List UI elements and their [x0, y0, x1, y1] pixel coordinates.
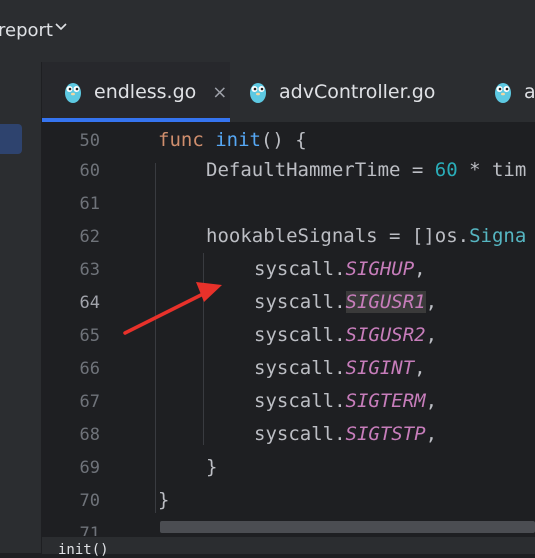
line-number: 50	[79, 131, 100, 151]
line-number: 69	[79, 458, 100, 478]
indent-guide	[155, 163, 156, 513]
tab-label: advController.go	[279, 81, 436, 103]
line-number: 70	[79, 491, 100, 511]
line-number-gutter: 50 60 61 62 63 64 65 66 67 68 69 70 71	[42, 123, 130, 544]
tab-endless-go[interactable]: endless.go ×	[42, 62, 230, 122]
code-line-62: hookableSignals = []os.Signa	[206, 225, 527, 247]
tab-label: endless.go	[94, 81, 197, 103]
line-number: 62	[79, 227, 100, 247]
line-number: 65	[79, 326, 100, 346]
code-line-67: syscall.SIGTERM,	[254, 390, 438, 412]
line-number: 68	[79, 425, 100, 445]
line-number: 61	[79, 194, 100, 214]
close-icon[interactable]: ×	[212, 82, 227, 103]
tab-advcontroller-go[interactable]: advController.go	[247, 62, 435, 122]
editor-tab-bar: endless.go × advController.go ad	[42, 62, 535, 123]
code-line-64: syscall.SIGUSR1,	[254, 291, 438, 313]
code-editor[interactable]: func init() { DefaultHammerTime = 60 * t…	[130, 123, 535, 541]
code-line-65: syscall.SIGUSR2,	[254, 324, 438, 346]
chevron-down-icon[interactable]	[52, 18, 70, 36]
gopher-icon	[495, 83, 511, 103]
line-number: 63	[79, 260, 100, 280]
gopher-icon	[65, 83, 81, 103]
code-line-69: }	[206, 456, 218, 478]
code-line-66: syscall.SIGINT,	[254, 357, 426, 379]
line-number-current: 64	[79, 293, 100, 313]
horizontal-scrollbar[interactable]	[160, 521, 535, 533]
title-bar: report	[0, 0, 535, 63]
code-line-60: DefaultHammerTime = 60 * tim	[206, 159, 527, 181]
line-number: 60	[79, 161, 100, 181]
line-number: 67	[79, 392, 100, 412]
indent-guide	[203, 253, 204, 445]
code-line-63: syscall.SIGHUP,	[254, 258, 426, 280]
breadcrumb[interactable]: init()	[58, 542, 109, 558]
tab-label: ad	[524, 81, 535, 103]
tab-third-file[interactable]: ad	[492, 62, 535, 122]
code-line-70: }	[158, 489, 170, 511]
project-tool-button[interactable]	[0, 124, 22, 154]
project-name[interactable]: report	[0, 20, 53, 41]
breadcrumb-bar: init()	[42, 536, 535, 558]
active-tab-indicator	[42, 118, 230, 122]
code-line-68: syscall.SIGTSTP,	[254, 423, 438, 445]
code-line-50: func init() {	[158, 129, 307, 151]
line-number: 66	[79, 359, 100, 379]
gopher-icon	[250, 83, 266, 103]
